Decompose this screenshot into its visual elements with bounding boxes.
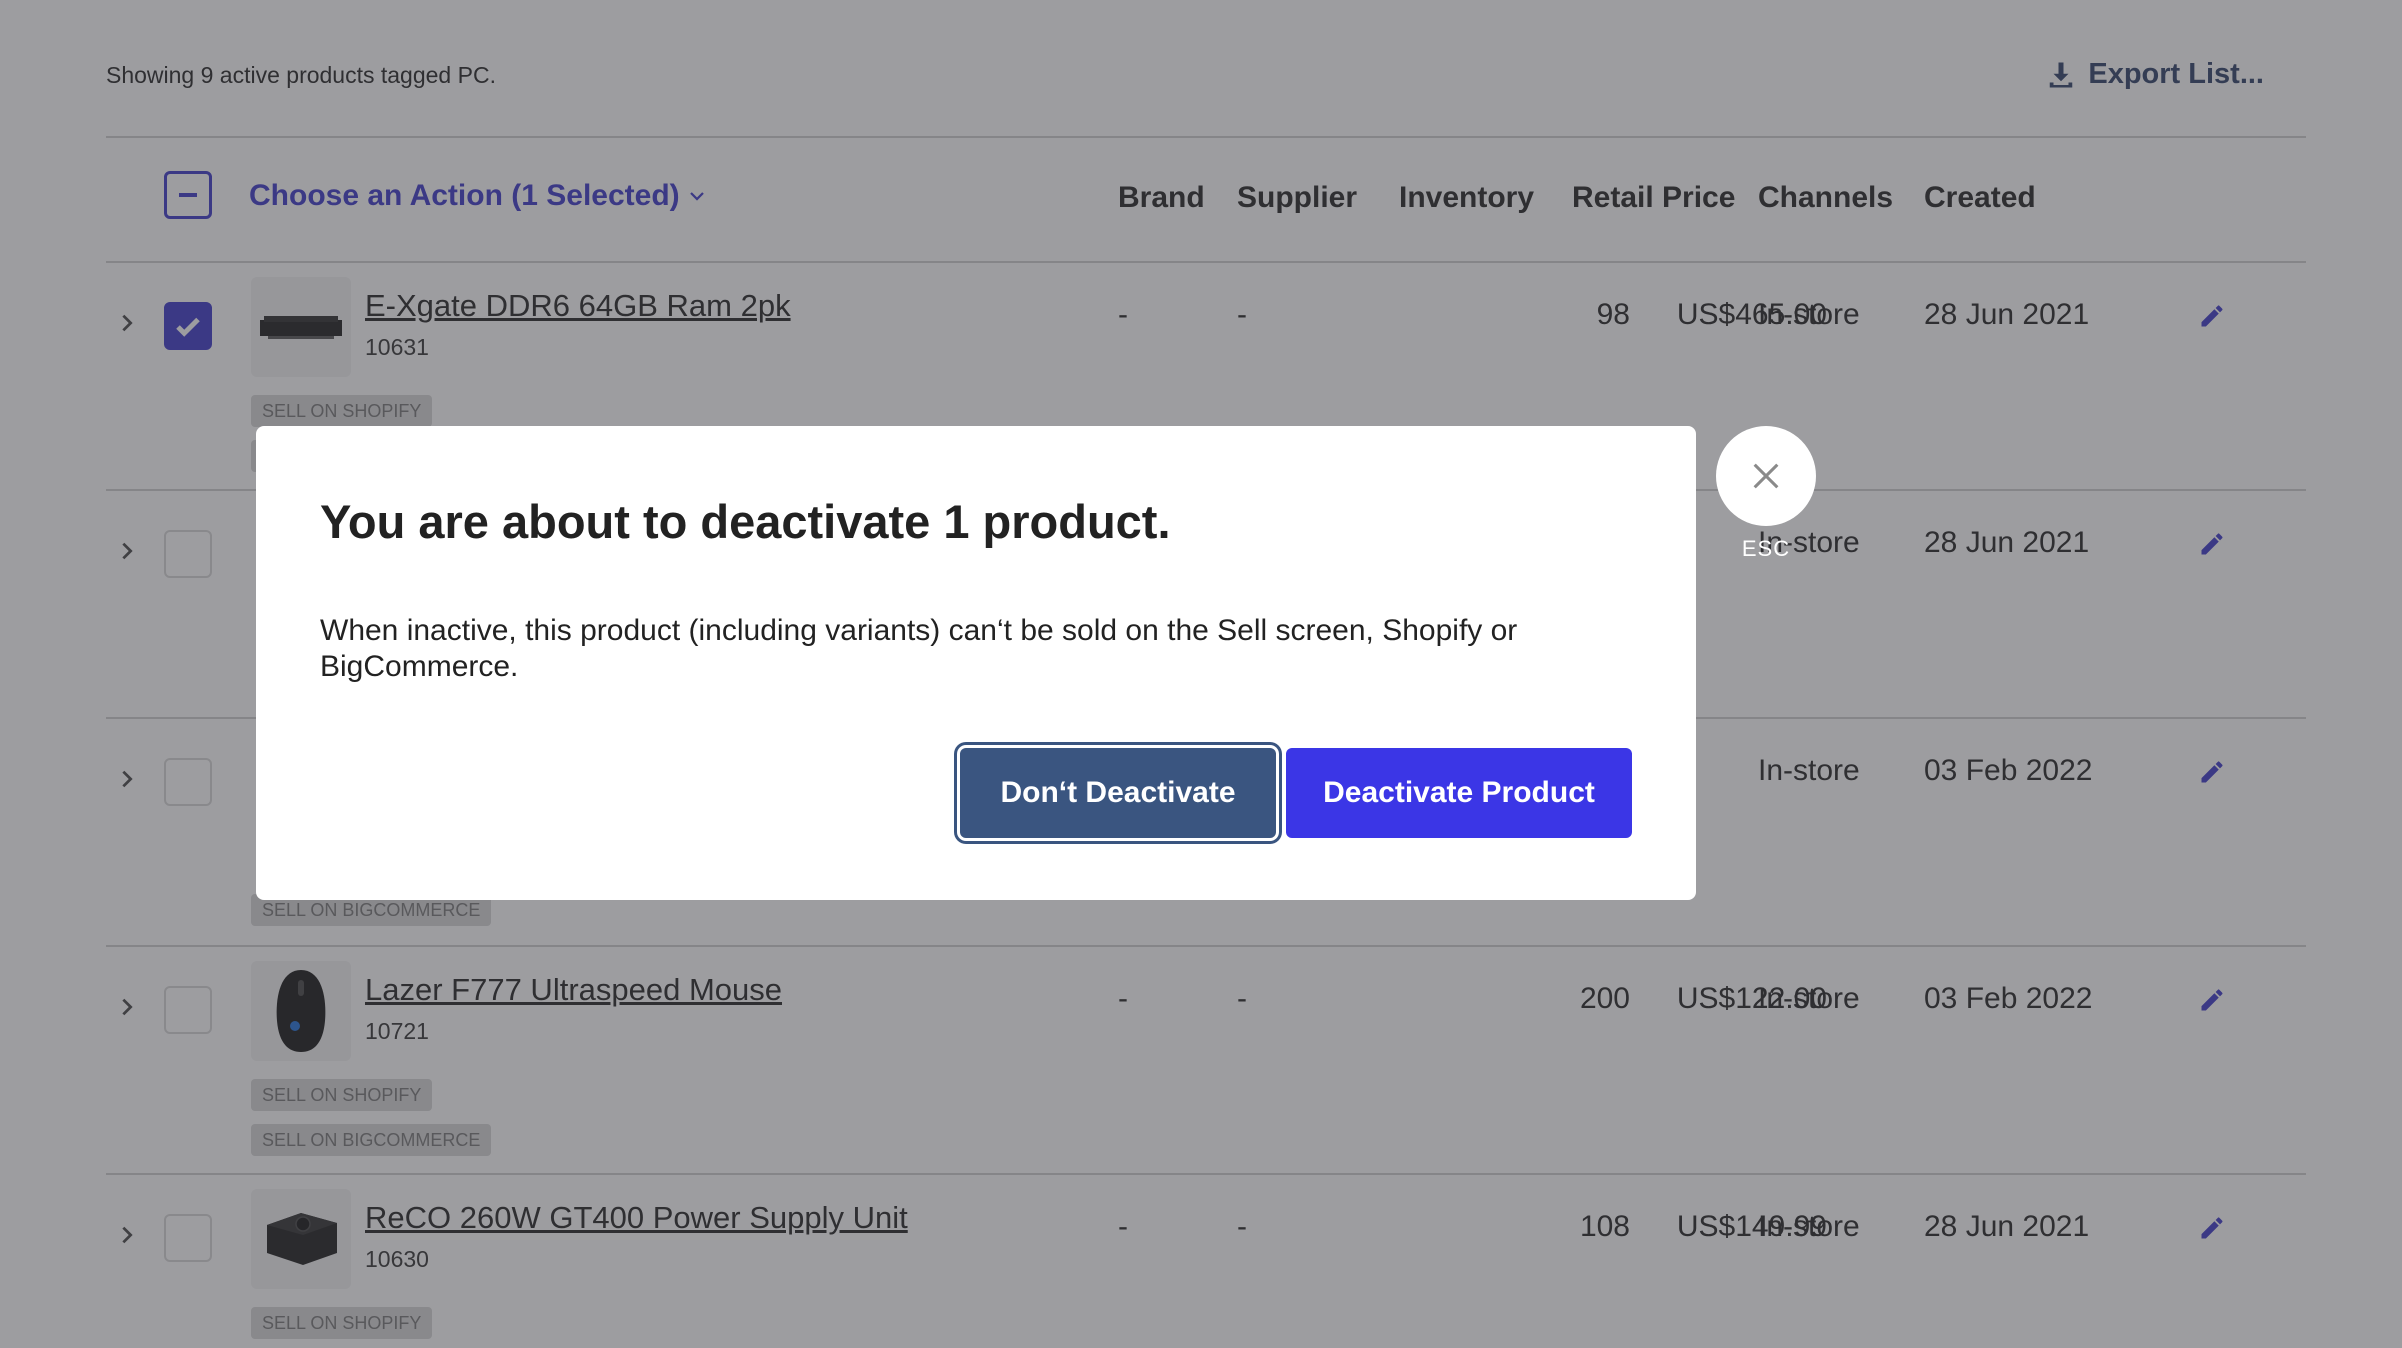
deactivate-product-button[interactable]: Deactivate Product — [1286, 748, 1632, 838]
dialog-title: You are about to deactivate 1 product. — [320, 495, 1171, 548]
close-icon — [1753, 463, 1779, 489]
close-button[interactable] — [1716, 426, 1816, 526]
dialog-close-control: ESC — [1716, 426, 1816, 562]
esc-hint: ESC — [1741, 536, 1791, 561]
dont-deactivate-button[interactable]: Don‘t Deactivate — [960, 748, 1276, 838]
deactivate-confirmation-dialog: You are about to deactivate 1 product. W… — [256, 426, 1696, 900]
dialog-message: When inactive, this product (including v… — [320, 614, 1518, 683]
